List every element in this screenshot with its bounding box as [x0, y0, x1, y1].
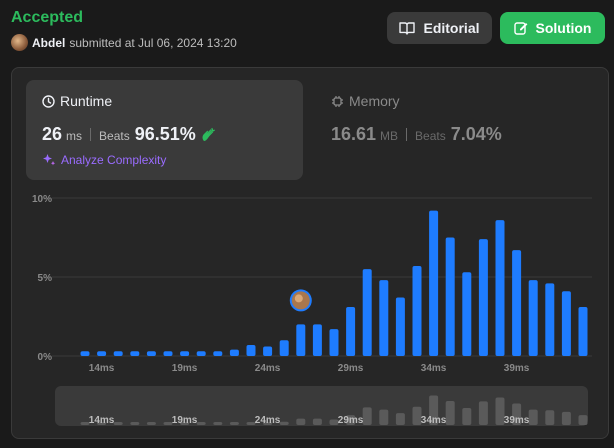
navigator-bar — [296, 418, 306, 425]
chart-bar — [379, 280, 389, 356]
chart-bar — [229, 349, 239, 356]
navigator-bar — [362, 407, 372, 425]
chart-bar — [561, 291, 571, 356]
avatar[interactable] — [11, 34, 28, 51]
chart-bar — [97, 351, 107, 356]
chart-bar — [395, 297, 405, 356]
submission-info: Abdel submitted at Jul 06, 2024 13:20 — [11, 34, 237, 51]
navigator-tick-label: 19ms — [172, 415, 198, 426]
chart-bar — [279, 340, 289, 356]
navigator-bar — [229, 422, 239, 425]
book-open-icon — [399, 22, 416, 35]
navigator-tick-label: 29ms — [338, 415, 364, 426]
navigator-tick-label: 39ms — [504, 415, 530, 426]
navigator-tick-label: 34ms — [421, 415, 447, 426]
username-link[interactable]: Abdel — [32, 36, 65, 50]
chart-bar — [196, 351, 206, 356]
navigator-bar — [462, 408, 472, 425]
chart-bar — [512, 250, 522, 356]
chart-bar — [113, 351, 123, 356]
status-accepted: Accepted — [11, 9, 84, 26]
navigator-bar — [213, 422, 223, 425]
navigator-bar — [528, 409, 538, 425]
chart-bar — [163, 351, 173, 356]
navigator-bar — [478, 401, 488, 425]
chart-bar — [312, 324, 322, 356]
y-tick-label: 0% — [38, 352, 53, 363]
chart-bar — [578, 307, 588, 356]
x-tick-label: 29ms — [338, 363, 364, 374]
chart-bar — [296, 324, 306, 356]
chart-bar — [362, 269, 372, 356]
solution-label: Solution — [535, 20, 592, 36]
chart-bar — [412, 265, 422, 356]
navigator-bar — [130, 422, 140, 425]
runtime-distribution-chart[interactable]: 10% 5% 0% 14ms 19ms 24ms 29ms 34ms 39ms 14ms 19ms 2… — [12, 68, 610, 440]
editorial-button[interactable]: Editorial — [387, 12, 492, 44]
x-tick-label: 14ms — [89, 363, 115, 374]
chart-bar — [495, 220, 505, 356]
navigator-tick-label: 14ms — [89, 415, 115, 426]
chart-bar — [528, 280, 538, 356]
chart-bar — [263, 346, 273, 356]
navigator-bar — [545, 410, 555, 425]
navigator-tick-label: 24ms — [255, 415, 281, 426]
submitted-text: submitted at Jul 06, 2024 13:20 — [69, 35, 237, 50]
x-tick-label: 34ms — [421, 363, 447, 374]
chart-bar — [478, 239, 488, 356]
chart-bar — [80, 351, 90, 356]
navigator-bar — [279, 421, 289, 425]
chart-bar — [180, 351, 190, 356]
navigator-bar — [395, 413, 405, 425]
navigator-bar — [561, 411, 571, 425]
chart-bar — [130, 351, 140, 356]
edit-icon — [513, 22, 527, 35]
navigator-bar — [578, 415, 588, 425]
chart-bar — [213, 351, 223, 356]
x-tick-label: 24ms — [255, 363, 281, 374]
x-tick-label: 19ms — [172, 363, 198, 374]
chart-bar — [346, 307, 356, 356]
chart-bar — [445, 237, 455, 356]
chart-bar — [146, 351, 156, 356]
chart-bar — [545, 283, 555, 356]
navigator-bar — [113, 422, 123, 425]
chart-bar — [462, 272, 472, 356]
submission-panel: Runtime 26 ms Beats 96.51% Analyze Compl… — [11, 67, 609, 439]
navigator-bar — [196, 422, 206, 425]
chart-bar — [246, 344, 256, 356]
navigator-bar — [445, 401, 455, 425]
chart-bar — [429, 210, 439, 356]
x-tick-label: 39ms — [504, 363, 530, 374]
navigator-bar — [379, 409, 389, 425]
navigator-bar — [146, 422, 156, 425]
y-tick-label: 5% — [38, 273, 53, 284]
editorial-label: Editorial — [423, 20, 480, 36]
chart-bar — [329, 329, 339, 356]
solution-button[interactable]: Solution — [500, 12, 605, 44]
navigator-bar — [312, 418, 322, 425]
y-tick-label: 10% — [32, 194, 52, 205]
user-avatar-highlight — [294, 294, 303, 303]
